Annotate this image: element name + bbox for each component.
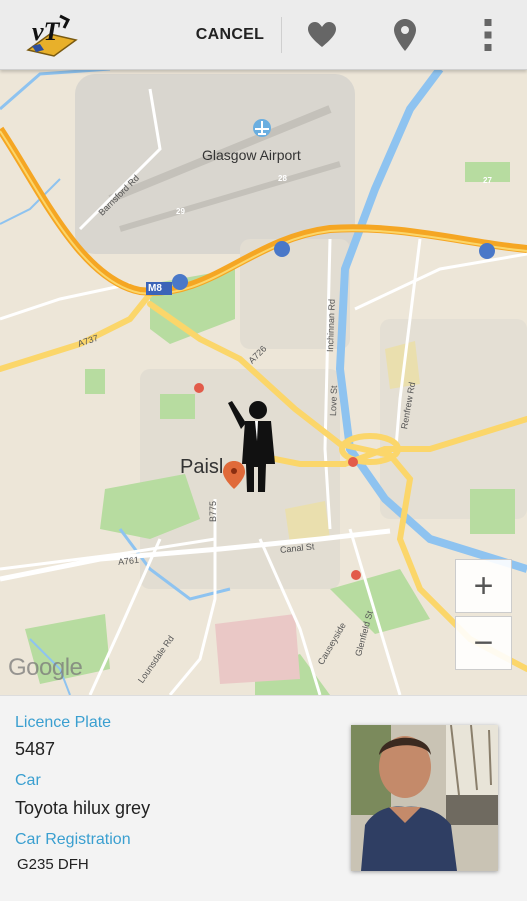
road-label-b775: B775 [208,500,218,522]
car-value: Toyota hilux grey [15,798,151,818]
map-view[interactable]: Glasgow Airport Paisl Barnsford Rd M8 A7… [0,69,527,695]
cancel-button[interactable]: CANCEL [185,0,275,69]
zoom-out-button[interactable]: − [455,616,512,670]
car-registration-value: G235 DFH [17,856,89,873]
road-label-m8: M8 [148,283,162,294]
licence-plate-value: 5487 [15,739,56,759]
google-attribution: Google [8,654,83,681]
location-button[interactable] [375,0,435,69]
app-logo[interactable]: vT [24,10,80,60]
airport-label: Glasgow Airport [202,147,301,163]
junction-29: 29 [176,207,185,216]
road-label-love-st: Love St [328,385,340,417]
town-label: Paisl [180,456,224,478]
junction-28: 28 [278,174,287,183]
svg-text:vT: vT [32,17,61,46]
rail-station-icon [351,570,361,580]
overflow-menu-button[interactable] [458,0,518,69]
driver-info-panel: Licence Plate 5487 Car Toyota hilux grey… [0,695,527,901]
overflow-menu-icon [484,18,492,51]
car-label: Car [15,772,41,789]
junction-27: 27 [483,176,492,185]
heart-icon [308,21,336,47]
airport-area [75,74,355,254]
rail-station-icon [194,383,204,393]
favorite-button[interactable] [292,0,352,69]
action-bar: vT CANCEL [0,0,527,70]
rail-station-icon [348,457,358,467]
car-registration-label: Car Registration [15,831,131,848]
road-label-inchinnan: Inchinnan Rd [325,298,337,353]
map-pin-icon [394,18,416,51]
licence-plate-label: Licence Plate [15,714,112,731]
driver-photo [351,725,498,871]
actionbar-divider [281,17,282,53]
zoom-in-button[interactable]: + [455,559,512,613]
